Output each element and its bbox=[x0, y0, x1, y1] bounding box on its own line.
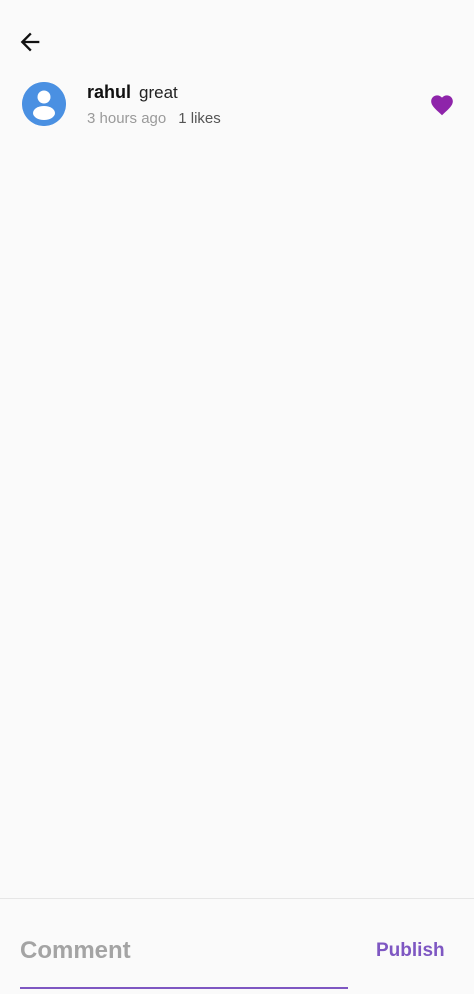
avatar[interactable] bbox=[22, 82, 66, 126]
arrow-left-icon bbox=[20, 32, 40, 52]
comment-line: rahul great bbox=[87, 82, 387, 106]
comment-likes-count[interactable]: 1 likes bbox=[178, 110, 221, 127]
comment-text: great bbox=[139, 83, 178, 102]
comment-input-underline bbox=[20, 987, 348, 989]
comment-item: rahul great 3 hours ago 1 likes bbox=[0, 78, 474, 132]
publish-button[interactable]: Publish bbox=[368, 934, 453, 968]
back-button[interactable] bbox=[14, 26, 46, 58]
comment-timestamp: 3 hours ago bbox=[87, 110, 167, 127]
like-button[interactable] bbox=[428, 90, 456, 118]
composer-divider bbox=[0, 898, 474, 899]
user-avatar-icon bbox=[22, 82, 66, 126]
comment-body: rahul great 3 hours ago 1 likes bbox=[87, 82, 387, 127]
comments-screen: rahul great 3 hours ago 1 likes Publish bbox=[0, 0, 474, 994]
comment-input[interactable] bbox=[18, 928, 348, 974]
comment-username[interactable]: rahul bbox=[87, 82, 131, 103]
heart-icon bbox=[431, 95, 453, 116]
comment-meta: 3 hours ago 1 likes bbox=[87, 110, 387, 127]
